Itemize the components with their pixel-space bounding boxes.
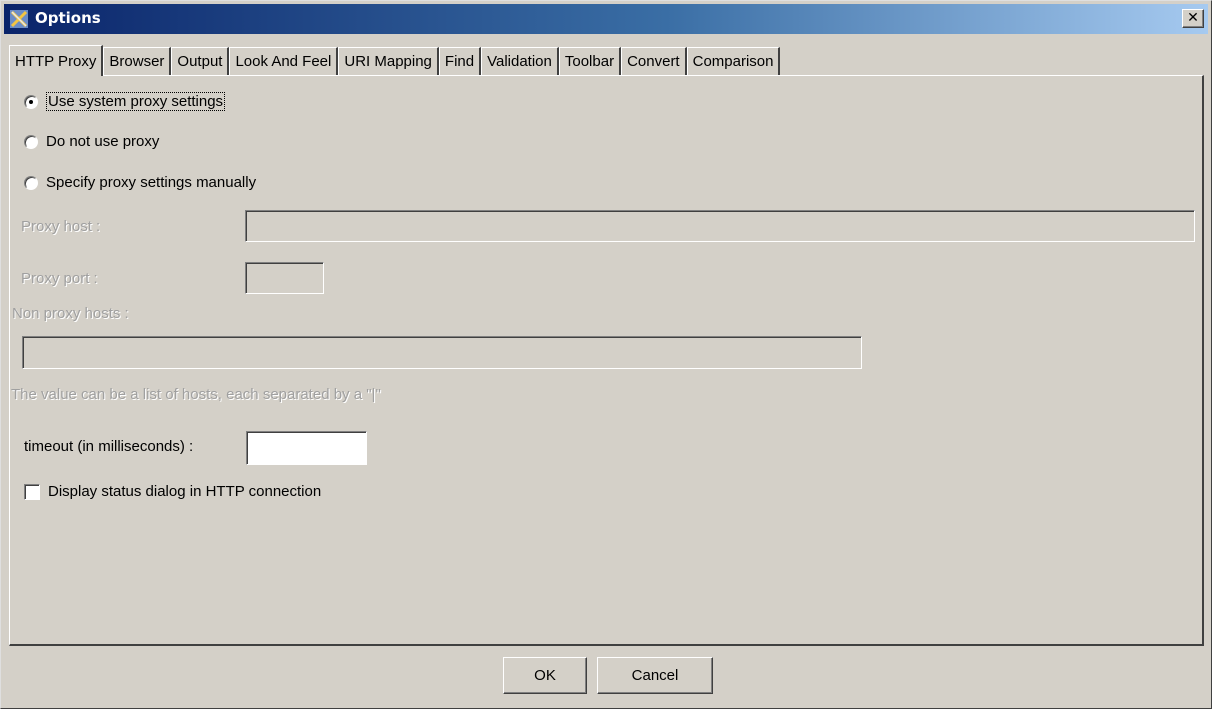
title-bar[interactable]: Options ✕: [4, 4, 1208, 34]
non-proxy-hosts-input[interactable]: [23, 337, 861, 368]
use-system-proxy-option[interactable]: Use system proxy settings: [24, 92, 226, 111]
app-icon: [10, 10, 28, 28]
status-dialog-checkbox[interactable]: [24, 483, 40, 500]
manual-proxy-option[interactable]: Specify proxy settings manually: [24, 174, 256, 191]
proxy-port-label: Proxy port :: [21, 270, 98, 287]
status-dialog-option[interactable]: Display status dialog in HTTP connection: [24, 483, 321, 500]
ok-button[interactable]: OK: [503, 657, 587, 694]
proxy-host-input[interactable]: [246, 211, 1194, 241]
http-proxy-panel: Use system proxy settings Do not use pro…: [9, 75, 1204, 646]
non-proxy-hosts-label: Non proxy hosts :: [12, 305, 129, 322]
close-button[interactable]: ✕: [1182, 9, 1204, 28]
non-proxy-hosts-field[interactable]: [22, 336, 862, 369]
proxy-host-field[interactable]: [245, 210, 1195, 242]
tab-comparison[interactable]: Comparison: [686, 47, 781, 75]
tab-find[interactable]: Find: [438, 47, 482, 75]
timeout-input[interactable]: [247, 432, 366, 464]
cancel-button[interactable]: Cancel: [597, 657, 713, 694]
tab-uri-mapping[interactable]: URI Mapping: [338, 47, 439, 75]
timeout-field[interactable]: [246, 431, 367, 465]
tab-validation[interactable]: Validation: [481, 47, 559, 75]
manual-proxy-label: Specify proxy settings manually: [46, 174, 257, 191]
window-title: Options: [35, 9, 101, 27]
tab-toolbar[interactable]: Toolbar: [558, 47, 622, 75]
ok-button-label: OK: [534, 667, 556, 684]
no-proxy-option[interactable]: Do not use proxy: [24, 133, 159, 150]
no-proxy-radio[interactable]: [24, 134, 38, 149]
non-proxy-hint: The value can be a list of hosts, each s…: [11, 386, 381, 403]
timeout-label: timeout (in milliseconds) :: [24, 438, 194, 455]
manual-proxy-radio[interactable]: [24, 175, 38, 190]
proxy-host-label: Proxy host :: [21, 218, 101, 235]
tab-output[interactable]: Output: [171, 47, 230, 75]
tab-http-proxy[interactable]: HTTP Proxy: [9, 45, 104, 76]
tab-convert[interactable]: Convert: [621, 47, 687, 75]
proxy-port-field[interactable]: [245, 262, 324, 294]
tab-browser[interactable]: Browser: [103, 47, 172, 75]
close-icon: ✕: [1187, 10, 1199, 26]
no-proxy-label: Do not use proxy: [46, 133, 160, 150]
proxy-port-input[interactable]: [246, 263, 323, 293]
tab-strip: HTTP Proxy Browser Output Look And Feel …: [9, 44, 781, 76]
cancel-button-label: Cancel: [631, 667, 679, 684]
tab-look-and-feel[interactable]: Look And Feel: [229, 47, 339, 75]
options-dialog: Options ✕ HTTP Proxy Browser Output Look…: [0, 0, 1212, 709]
use-system-proxy-label: Use system proxy settings: [46, 92, 226, 111]
status-dialog-label: Display status dialog in HTTP connection: [48, 483, 322, 500]
use-system-proxy-radio[interactable]: [24, 94, 38, 109]
